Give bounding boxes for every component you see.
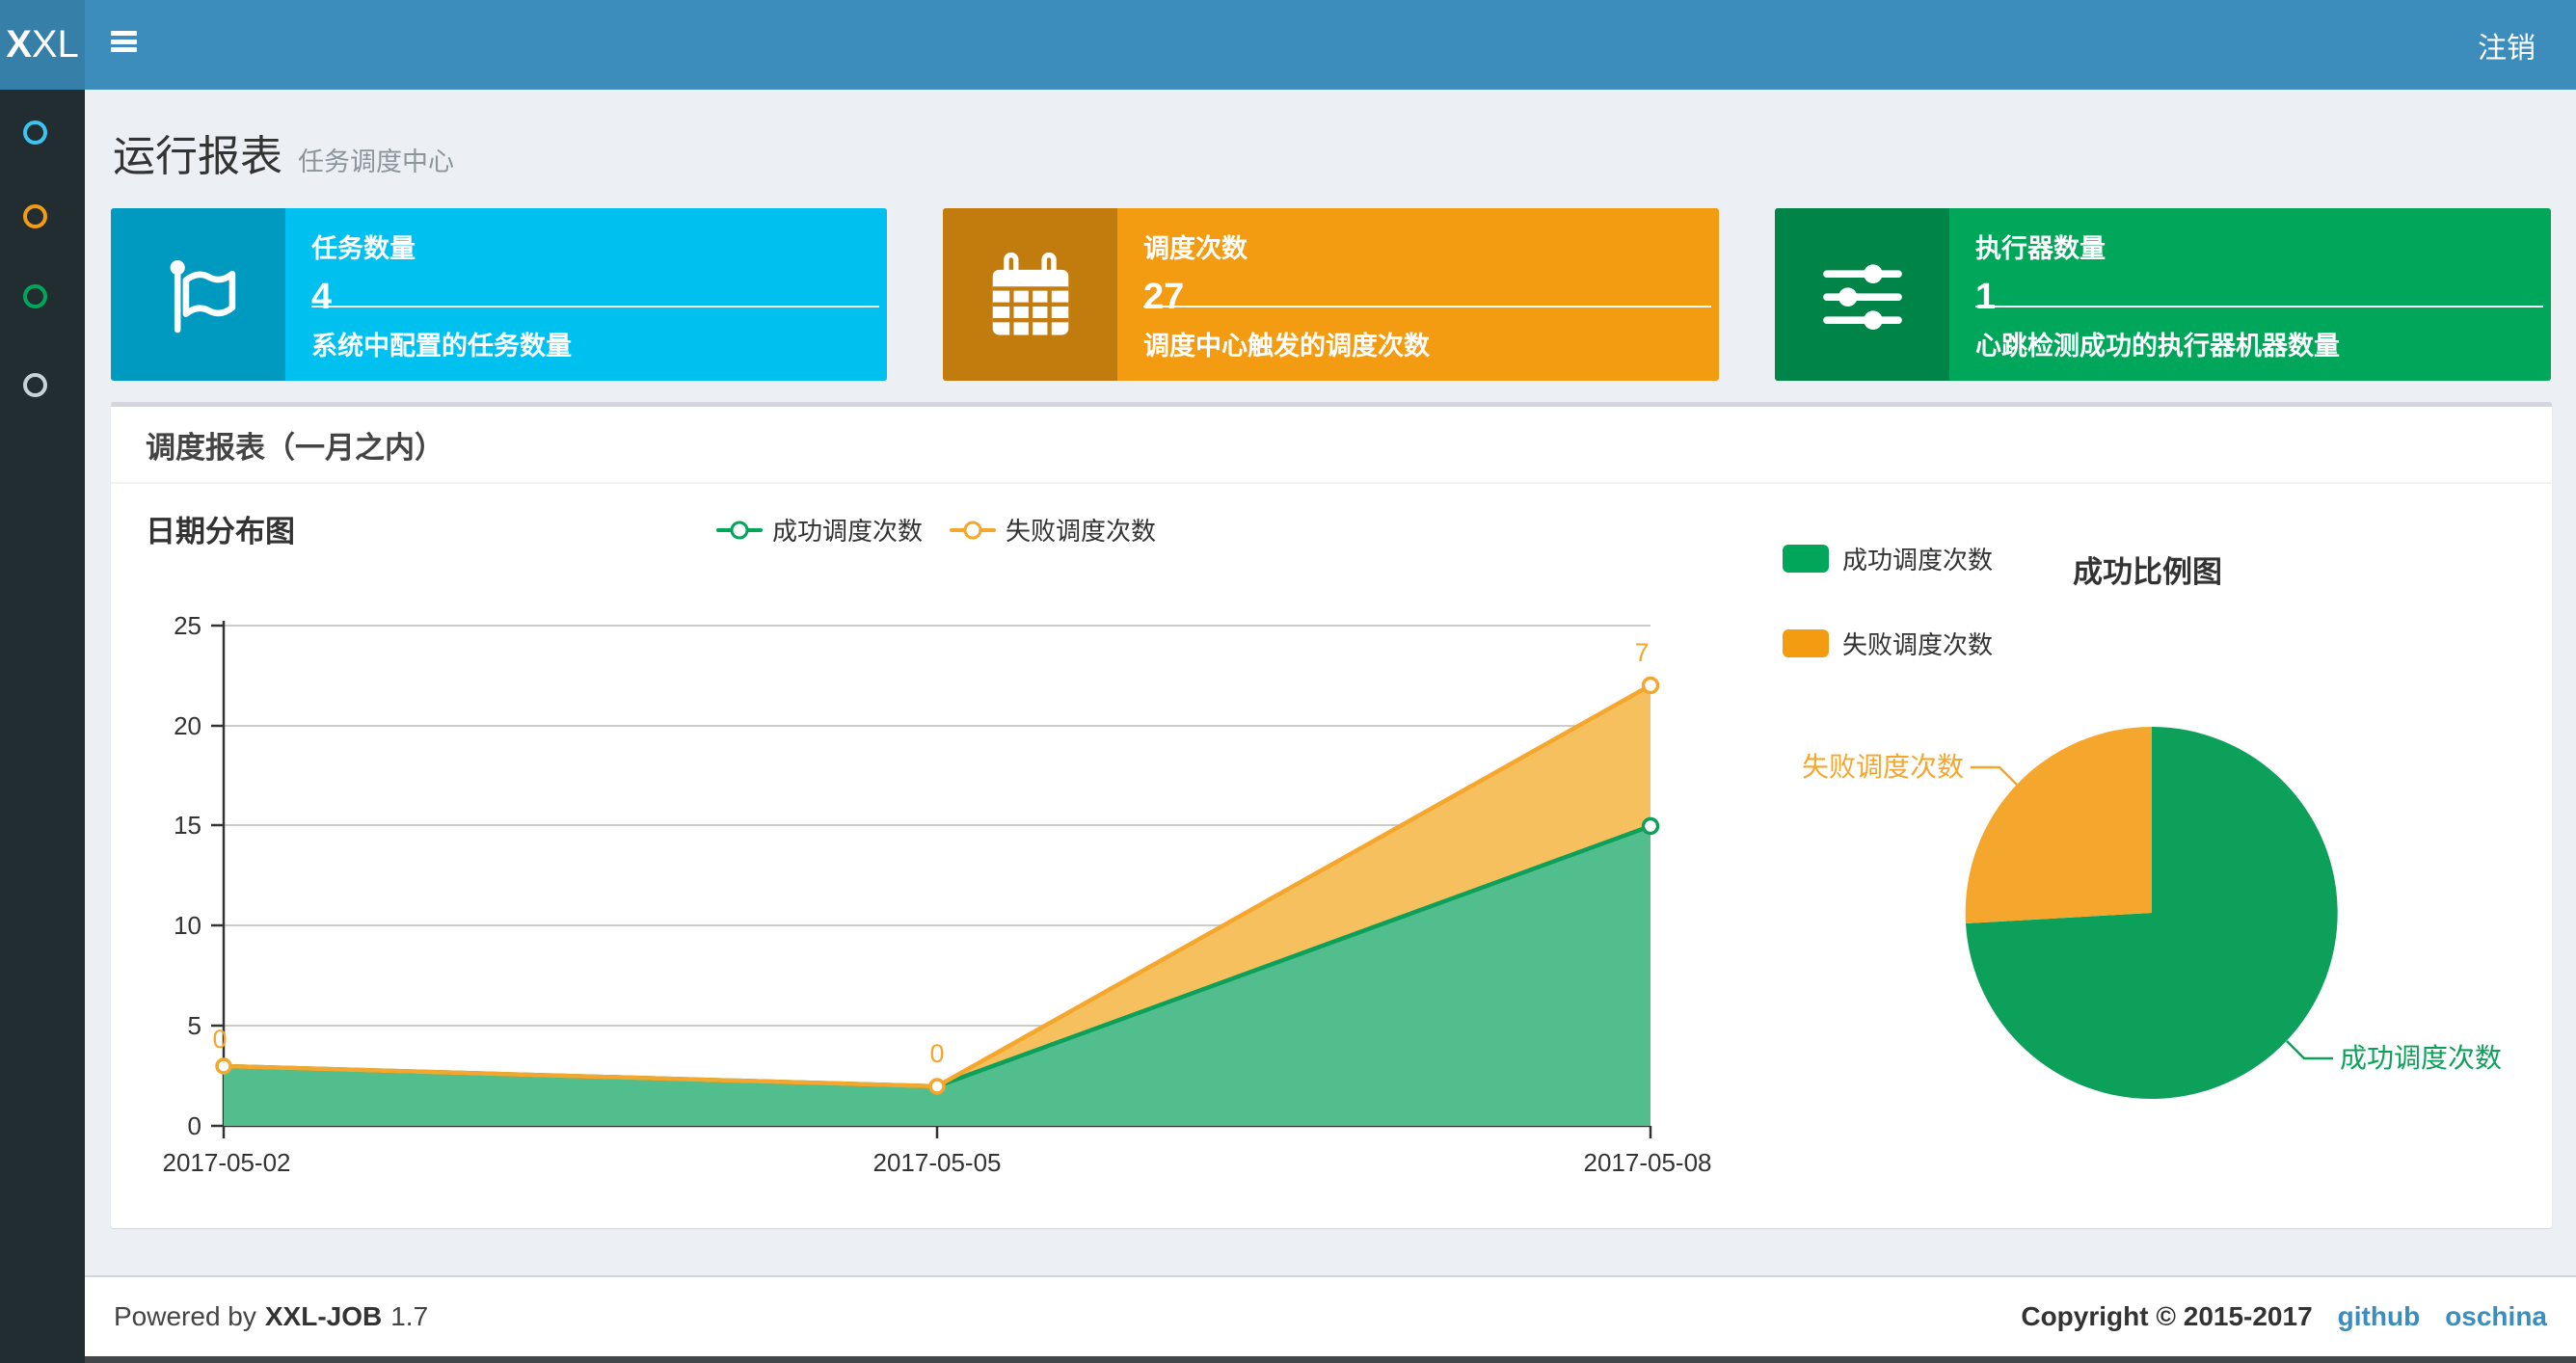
logout-button[interactable]: 注销 <box>2437 0 2576 90</box>
y-tick: 25 <box>174 611 201 640</box>
pie-label-line-success <box>2286 1040 2333 1060</box>
window-bottom-edge <box>0 1356 2576 1363</box>
app-logo[interactable]: X XL <box>0 0 85 90</box>
sidebar-item-1[interactable] <box>23 120 47 145</box>
info-box-caption: 心跳检测成功的执行器机器数量 <box>1975 332 2340 361</box>
sidebar-item-4[interactable] <box>23 373 47 397</box>
page-title: 运行报表 <box>113 133 282 180</box>
sidebar-item-3[interactable] <box>23 284 47 308</box>
sidebar <box>0 90 85 1363</box>
powered-by-text: Powered by <box>114 1301 256 1331</box>
info-box-title: 执行器数量 <box>1975 234 2106 263</box>
copyright-text: Copyright © 2015-2017 <box>2021 1301 2313 1331</box>
flag-icon <box>111 208 285 381</box>
marker-success <box>1641 816 1660 836</box>
pie-label-line-fail <box>1971 765 2018 786</box>
info-box-body: 执行器数量 1 心跳检测成功的执行器机器数量 <box>1949 208 2551 381</box>
calendar-icon <box>943 208 1117 381</box>
info-box-title: 调度次数 <box>1143 234 1248 263</box>
divider <box>1143 306 1711 307</box>
info-box-body: 任务数量 4 系统中配置的任务数量 <box>285 208 887 381</box>
y-tick: 20 <box>174 711 201 740</box>
top-navbar: X XL 注销 <box>0 0 2576 90</box>
footer: Powered by XXL-JOB 1.7 Copyright © 2015-… <box>85 1275 2576 1356</box>
marker-fail <box>928 1078 946 1095</box>
x-tick: 2017-05-08 <box>1584 1148 1712 1177</box>
sidebar-item-2[interactable] <box>23 204 47 228</box>
circle-o-icon <box>23 204 47 228</box>
pie-slice-fail <box>1965 726 2152 923</box>
sliders-icon <box>1775 208 1949 381</box>
point-label: 0 <box>212 1025 227 1054</box>
point-label: 7 <box>1634 638 1649 667</box>
marker-fail <box>1641 676 1660 695</box>
y-tick: 15 <box>174 811 201 840</box>
point-label: 0 <box>929 1039 944 1068</box>
info-box-jobs: 任务数量 4 系统中配置的任务数量 <box>111 208 887 381</box>
divider <box>311 306 879 307</box>
hamburger-bar <box>111 31 137 36</box>
x-tick: 2017-05-02 <box>163 1148 291 1177</box>
y-tick: 10 <box>174 911 201 940</box>
info-box-caption: 调度中心触发的调度次数 <box>1143 332 1430 361</box>
charts-canvas: 0 5 10 15 20 25 2017-05-02 2017-05-05 20… <box>163 611 2503 1177</box>
info-box-value: 27 <box>1143 277 1185 317</box>
logo-text-bold: X <box>6 23 32 66</box>
x-tick: 2017-05-05 <box>873 1148 1002 1177</box>
hamburger-bar <box>111 47 137 52</box>
footer-copyright: Copyright © 2015-2017 github oschina <box>2021 1301 2547 1332</box>
y-axis-labels: 0 5 10 15 20 25 <box>174 611 201 1140</box>
info-box-caption: 系统中配置的任务数量 <box>311 332 572 361</box>
divider <box>1975 306 2543 307</box>
circle-o-icon <box>23 284 47 308</box>
x-axis-labels: 2017-05-02 2017-05-05 2017-05-08 <box>163 1148 1712 1177</box>
page-subtitle: 任务调度中心 <box>298 147 454 176</box>
info-box-title: 任务数量 <box>311 234 416 263</box>
page-header: 运行报表 任务调度中心 <box>113 121 454 183</box>
report-panel: 调度报表（一月之内） 日期分布图 成功调度次数 失败调度次数 成功比例图 成功调… <box>111 402 2552 1228</box>
github-link[interactable]: github <box>2338 1301 2421 1332</box>
info-box-value: 1 <box>1975 277 1997 317</box>
circle-o-icon <box>23 373 47 397</box>
info-box-executors: 执行器数量 1 心跳检测成功的执行器机器数量 <box>1775 208 2551 381</box>
logo-text-rest: XL <box>31 23 79 66</box>
pie-chart: 失败调度次数 成功调度次数 <box>1802 726 2502 1099</box>
hamburger-bar <box>111 39 137 44</box>
pie-callout-success: 成功调度次数 <box>2340 1043 2502 1073</box>
footer-powered: Powered by XXL-JOB 1.7 <box>114 1301 428 1332</box>
marker-fail <box>215 1057 232 1075</box>
y-tick: 5 <box>188 1011 201 1040</box>
info-box-body: 调度次数 27 调度中心触发的调度次数 <box>1117 208 1719 381</box>
oschina-link[interactable]: oschina <box>2445 1301 2547 1332</box>
info-box-value: 4 <box>311 277 333 317</box>
circle-o-icon <box>23 120 47 145</box>
info-box-triggers: 调度次数 27 调度中心触发的调度次数 <box>943 208 1719 381</box>
product-name: XXL-JOB <box>264 1301 383 1331</box>
sidebar-toggle-icon[interactable] <box>111 31 137 59</box>
y-tick: 0 <box>188 1111 201 1140</box>
product-version: 1.7 <box>390 1301 429 1331</box>
pie-callout-fail: 失败调度次数 <box>1802 752 1964 782</box>
